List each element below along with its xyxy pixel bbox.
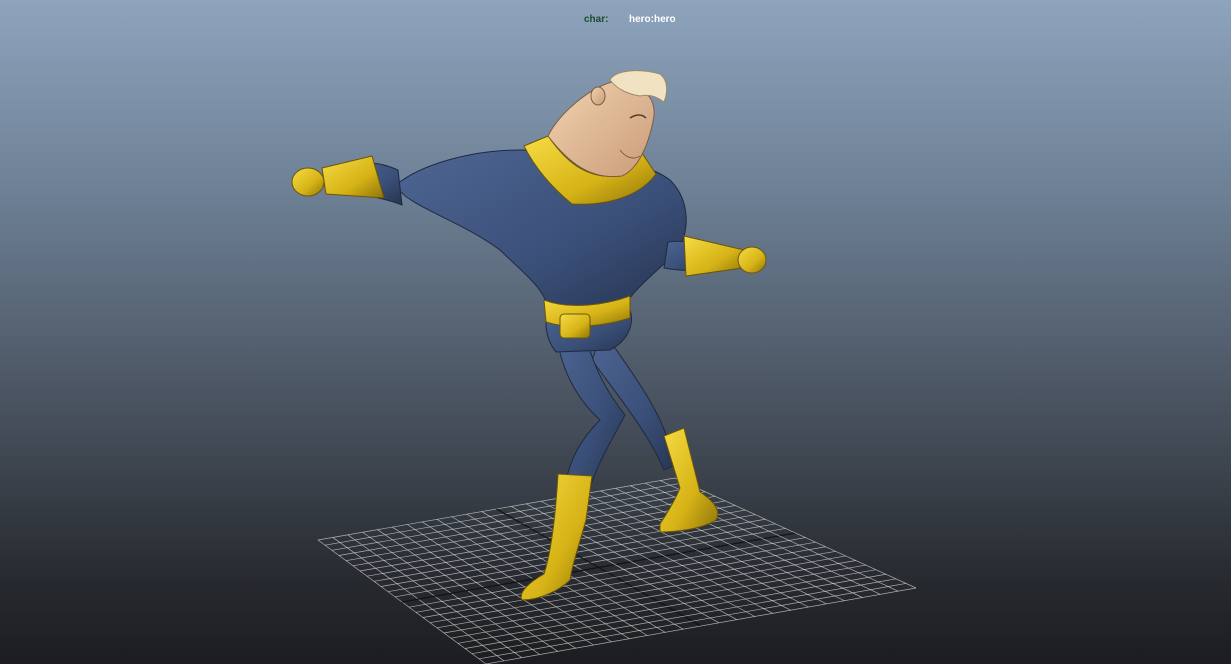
- grid-line-depth: [555, 498, 773, 614]
- superhero-character-icon[interactable]: [291, 70, 767, 601]
- 3d-viewport[interactable]: char: hero:hero: [0, 0, 1231, 664]
- grid-line-width: [422, 546, 826, 618]
- grid-line-depth: [674, 477, 917, 589]
- grid-line-depth: [630, 485, 863, 598]
- scene-canvas: [291, 70, 917, 664]
- grid-line-width: [485, 587, 917, 664]
- ground-grid-icon[interactable]: [317, 477, 917, 664]
